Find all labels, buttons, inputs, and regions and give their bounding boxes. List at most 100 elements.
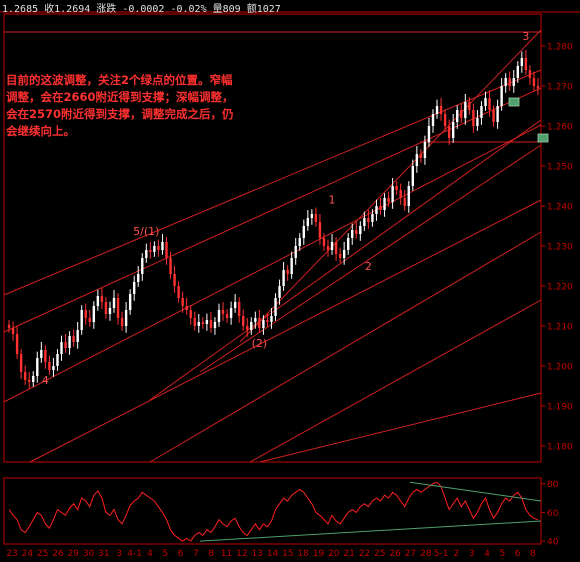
candle-body [355, 230, 358, 234]
trendline [29, 199, 542, 463]
candle-body [250, 322, 253, 330]
candle-body [338, 254, 342, 258]
candle-body [375, 206, 378, 214]
candle-body [516, 66, 519, 78]
date-x-axis: 23 24 25 26 29 30 31 3 4-1 4 5 6 7 8 11 12 13 14 15 18 19 20 2… [6, 549, 536, 559]
candle-body [108, 308, 112, 314]
candle-body [407, 186, 410, 206]
candle-body [233, 302, 237, 308]
osc-tick-label: 80 [547, 480, 559, 490]
candle-body [145, 250, 148, 258]
analysis-annotation: 目前的这波调整，关注2个绿点的位置。窄幅调整，会在2660附近得到支撑；深幅调整… [6, 73, 234, 138]
candle-body [64, 342, 67, 348]
candle-body [96, 296, 100, 306]
candle-body [128, 294, 132, 310]
wave-label: 2 [365, 260, 372, 273]
candle-body [342, 250, 346, 258]
x-tick-label: 2 [454, 549, 460, 559]
x-tick-label: 21 [343, 549, 354, 559]
x-tick-label: 8 [208, 549, 214, 559]
support-target-marker [508, 97, 520, 107]
candle-body [431, 114, 435, 126]
candle-body [443, 114, 447, 126]
y-tick-label: 1.220 [547, 283, 573, 293]
candle-body [68, 336, 71, 348]
candle-body [209, 320, 213, 328]
x-tick-label: 3 [469, 549, 475, 559]
candle-body [447, 126, 451, 138]
candle-body [258, 318, 261, 328]
x-tick-label: 5-1 [434, 549, 449, 559]
candle-body [40, 350, 43, 358]
candle-body [423, 142, 427, 158]
candle-body [451, 122, 455, 138]
candle-body [7, 324, 11, 328]
price-y-axis: 1.180 1.190 1.200 1.210 1.220 1.230 1.240 1.250… [541, 43, 573, 453]
candle-body [100, 296, 104, 302]
candle-body [492, 110, 495, 122]
candle-body [266, 320, 269, 322]
candle-body [217, 310, 221, 322]
wave-label: 3 [522, 30, 529, 43]
x-tick-label: 28 [420, 549, 432, 559]
candle-body [141, 258, 144, 274]
candle-body [274, 298, 277, 316]
candle-body [536, 86, 540, 89]
candle-body [116, 298, 120, 318]
y-tick-label: 1.180 [547, 443, 573, 453]
candle-body [201, 322, 205, 324]
candle-body [286, 270, 289, 274]
y-tick-label: 1.190 [547, 403, 573, 413]
candle-body [23, 372, 27, 380]
candle-body [177, 286, 180, 298]
candle-body [351, 230, 354, 238]
x-tick-label: 25 [374, 549, 385, 559]
candle-body [262, 320, 265, 328]
candle-body [363, 218, 366, 226]
osc-trend-upper [409, 481, 542, 502]
candle-body [484, 98, 487, 106]
trendline [249, 299, 542, 463]
candle-body [302, 226, 305, 238]
y-tick-label: 1.240 [547, 203, 573, 213]
trendline [259, 392, 542, 463]
candle-body [415, 154, 419, 166]
wave-label: 4 [42, 374, 49, 387]
x-tick-label: 22 [359, 549, 370, 559]
candle-body [84, 310, 87, 318]
candle-body [403, 198, 406, 206]
candle-body [173, 274, 176, 286]
x-tick-label: 25 [37, 549, 48, 559]
y-tick-label: 1.230 [547, 243, 573, 253]
osc-trend-lower [199, 520, 542, 542]
x-tick-label: 4 [147, 549, 153, 559]
x-tick-label: 26 [52, 549, 64, 559]
osc-tick-label: 40 [547, 538, 559, 548]
candle-body [395, 186, 398, 190]
y-tick-label: 1.210 [547, 323, 573, 333]
candle-body [124, 310, 128, 326]
x-tick-label: 6 [515, 549, 521, 559]
candle-body [48, 362, 51, 370]
y-tick-label: 1.200 [547, 363, 573, 373]
x-tick-label: 5 [162, 549, 168, 559]
candle-body [314, 214, 318, 222]
candle-body [330, 242, 334, 250]
x-tick-label: 4 [484, 549, 490, 559]
candle-body [504, 78, 507, 86]
candle-body [306, 218, 310, 226]
candle-body [237, 302, 241, 316]
candle-body [60, 342, 63, 354]
candle-body [508, 78, 511, 86]
candle-body [383, 198, 386, 210]
candle-body [427, 126, 431, 142]
x-tick-label: 18 [297, 549, 309, 559]
osc-tick-label: 60 [547, 509, 559, 519]
candle-body [359, 226, 362, 234]
wave-label: 5/(1) [133, 225, 159, 238]
candle-body [476, 118, 479, 126]
y-tick-label: 1.280 [547, 43, 573, 53]
x-tick-label: 13 [251, 549, 262, 559]
x-tick-label: 11 [221, 549, 232, 559]
oscillator-panel: 40 60 80 [8, 480, 559, 548]
